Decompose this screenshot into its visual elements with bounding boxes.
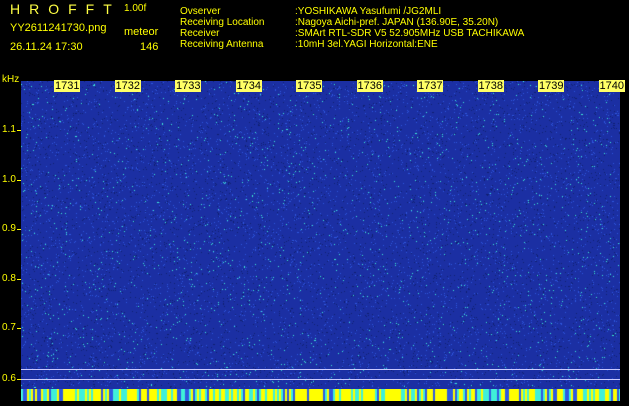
meteor-label: meteor [124, 26, 159, 38]
y-tick-label: 0.9 [2, 223, 16, 234]
x-tick-label: 1737 [417, 80, 444, 92]
y-tick-label: 0.7 [2, 322, 16, 333]
info-row-receiver: Receiver :SMArt RTL-SDR V5 52.905MHz USB… [180, 28, 524, 39]
y-tick-label: 1.1 [2, 124, 16, 135]
info-value: :10mH 3el.YAGI Horizontal:ENE [295, 39, 438, 50]
x-tick-label: 1738 [477, 80, 504, 92]
bottom-bar-canvas [21, 389, 620, 401]
timestamp-label: 26.11.24 17:30 [10, 41, 83, 53]
y-tick-mark [17, 180, 21, 181]
info-key: Ovserver [180, 6, 221, 17]
y-tick-label: 1.0 [2, 174, 16, 185]
x-tick-label: 1740 [598, 80, 625, 92]
x-tick-label: 1736 [356, 80, 383, 92]
y-tick-mark [17, 279, 21, 280]
x-tick-label: 1735 [296, 80, 323, 92]
y-tick-label: 0.6 [2, 373, 16, 384]
info-value: :YOSHIKAWA Yasufumi /JG2MLI [295, 6, 442, 17]
spectrogram [21, 81, 620, 388]
meteor-count: 146 [140, 41, 159, 53]
station-info: Ovserver :YOSHIKAWA Yasufumi /JG2MLI Rec… [180, 6, 524, 50]
reference-line [21, 369, 620, 370]
info-key: Receiving Antenna [180, 39, 264, 50]
bottom-bar [21, 388, 620, 401]
x-tick-label: 1732 [114, 80, 141, 92]
info-key: Receiving Location [180, 17, 265, 28]
spectrogram-canvas [21, 81, 620, 388]
info-value: :Nagoya Aichi-pref. JAPAN (136.90E, 35.2… [295, 17, 499, 28]
x-tick-label: 1734 [235, 80, 262, 92]
info-row-antenna: Receiving Antenna :10mH 3el.YAGI Horizon… [180, 39, 524, 50]
x-tick-label: 1733 [175, 80, 202, 92]
version-label: 1.00f [124, 3, 147, 14]
info-key: Receiver [180, 28, 220, 39]
y-tick-label: 0.8 [2, 273, 16, 284]
y-axis-label: kHz [2, 74, 20, 85]
y-tick-mark [17, 328, 21, 329]
app-title: HROFFT [10, 1, 121, 17]
y-tick-mark [17, 130, 21, 131]
y-tick-mark [17, 229, 21, 230]
reference-line [21, 379, 620, 380]
info-row-location: Receiving Location :Nagoya Aichi-pref. J… [180, 17, 524, 28]
x-tick-label: 1739 [538, 80, 565, 92]
filename-label: YY2611241730.png [10, 22, 107, 34]
x-tick-label: 1731 [54, 80, 81, 92]
info-row-observer: Ovserver :YOSHIKAWA Yasufumi /JG2MLI [180, 6, 524, 17]
info-value: :SMArt RTL-SDR V5 52.905MHz USB TACHIKAW… [295, 28, 525, 39]
y-tick-mark [17, 379, 21, 380]
